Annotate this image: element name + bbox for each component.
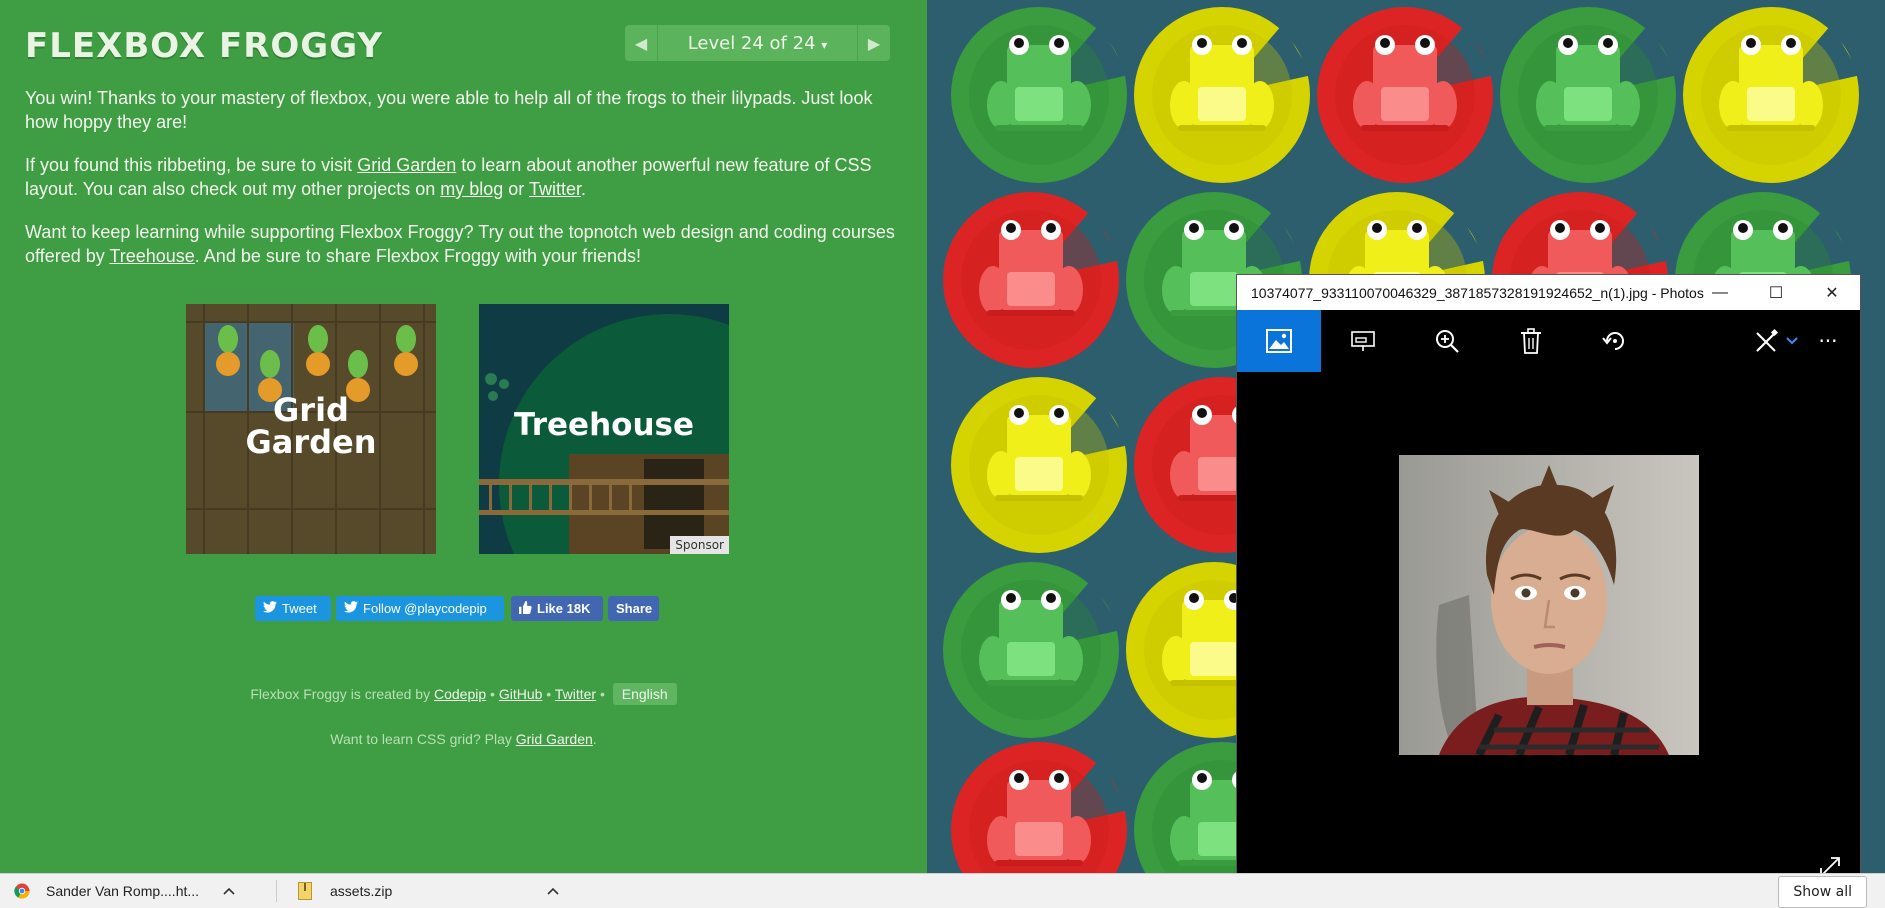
delete-button[interactable] [1489, 310, 1573, 372]
see-all-photos-button[interactable] [1237, 310, 1321, 372]
thumbs-up-icon [519, 600, 532, 617]
chevron-down-icon: ▾ [821, 37, 828, 52]
codepip-link[interactable]: Codepip [434, 686, 486, 702]
slideshow-icon [1351, 331, 1375, 351]
edit-pen-icon [1756, 328, 1779, 352]
photos-toolbar: ··· [1237, 310, 1860, 372]
rotate-icon [1602, 332, 1624, 350]
zoom-button[interactable] [1405, 310, 1489, 372]
trash-icon [1521, 328, 1541, 354]
app-logo: FLEXBOX FROGGY [25, 26, 383, 66]
my-blog-link[interactable]: my blog [440, 179, 503, 199]
instructions-panel: FLEXBOX FROGGY ◀ Level 24 of 24 ▾ ▶ You … [0, 0, 927, 873]
grid-garden-promo: Want to learn CSS grid? Play Grid Garden… [330, 731, 597, 747]
download-item-html[interactable]: Sander Van Romp....ht... [14, 874, 235, 908]
lilypad-frog [1683, 7, 1861, 183]
credits-footer: Flexbox Froggy is created by Codepip • G… [0, 683, 927, 705]
rotate-button[interactable] [1573, 310, 1657, 372]
download-item-zip[interactable]: assets.zip [298, 874, 559, 908]
add-to-album-button[interactable] [1321, 310, 1405, 372]
zip-file-icon [298, 882, 312, 900]
photos-window[interactable]: 10374077_933110070046329_387185732819192… [1236, 274, 1861, 898]
language-selector[interactable]: English [612, 683, 677, 705]
facebook-share-button[interactable]: Share [608, 596, 659, 621]
lilypad-frog [1134, 7, 1312, 183]
level-selector[interactable]: ◀ Level 24 of 24 ▾ ▶ [625, 25, 890, 61]
portrait-image [1399, 455, 1699, 755]
lilypad-frog [951, 377, 1129, 553]
chevron-up-icon [223, 887, 235, 895]
facebook-like-button[interactable]: Like 18K [511, 596, 603, 621]
minimize-button[interactable]: — [1692, 275, 1748, 310]
lilypad-frog [951, 7, 1129, 183]
lilypad-frog [943, 192, 1121, 368]
maximize-button[interactable]: ☐ [1748, 275, 1804, 310]
more-options-button[interactable]: ··· [1795, 310, 1861, 372]
zoom-in-icon [1436, 330, 1459, 353]
lilypad-frog [1317, 7, 1495, 183]
shelf-divider [276, 880, 277, 902]
footer-twitter-link[interactable]: Twitter [555, 686, 596, 702]
footer-grid-garden-link[interactable]: Grid Garden [516, 731, 593, 747]
window-controls: — ☐ ✕ [1692, 275, 1860, 310]
grid-garden-link[interactable]: Grid Garden [357, 155, 456, 175]
lilypad-frog [951, 742, 1129, 873]
grid-garden-card-title: Grid Garden [245, 391, 377, 461]
treehouse-card[interactable]: Treehouse Sponsor [479, 304, 729, 554]
treehouse-card-title: Treehouse [514, 407, 694, 443]
photos-window-title: 10374077_933110070046329_387185732819192… [1251, 284, 1704, 301]
show-all-downloads-button[interactable]: Show all [1778, 876, 1867, 908]
download-shelf: Sander Van Romp....ht... assets.zip Show… [0, 873, 1885, 908]
tweet-button[interactable]: Tweet [255, 596, 331, 621]
portrait-photo [1399, 455, 1699, 755]
lilypad-frog [1500, 7, 1678, 183]
sponsor-badge: Sponsor [670, 536, 729, 554]
twitter-link[interactable]: Twitter [529, 179, 581, 199]
close-button[interactable]: ✕ [1804, 275, 1860, 310]
chrome-icon [14, 883, 30, 899]
treehouse-link[interactable]: Treehouse [109, 246, 194, 266]
next-level-button[interactable]: ▶ [857, 25, 890, 61]
grid-garden-card[interactable]: Grid Garden [186, 304, 436, 554]
chevron-up-icon [547, 887, 559, 895]
follow-button[interactable]: Follow @playcodepip [336, 596, 504, 621]
treehouse-paragraph: Want to keep learning while supporting F… [25, 222, 895, 266]
image-icon [1266, 329, 1292, 353]
photos-title-bar[interactable]: 10374077_933110070046329_387185732819192… [1237, 275, 1860, 310]
lilypad-frog [943, 562, 1121, 738]
twitter-bird-icon [263, 601, 277, 616]
win-message: You win! Thanks to your mastery of flexb… [25, 88, 873, 132]
level-indicator[interactable]: Level 24 of 24 ▾ [658, 33, 857, 54]
twitter-bird-icon [344, 601, 358, 616]
prev-level-button[interactable]: ◀ [625, 25, 658, 61]
github-link[interactable]: GitHub [499, 686, 543, 702]
grid-garden-paragraph: If you found this ribbeting, be sure to … [25, 155, 872, 199]
